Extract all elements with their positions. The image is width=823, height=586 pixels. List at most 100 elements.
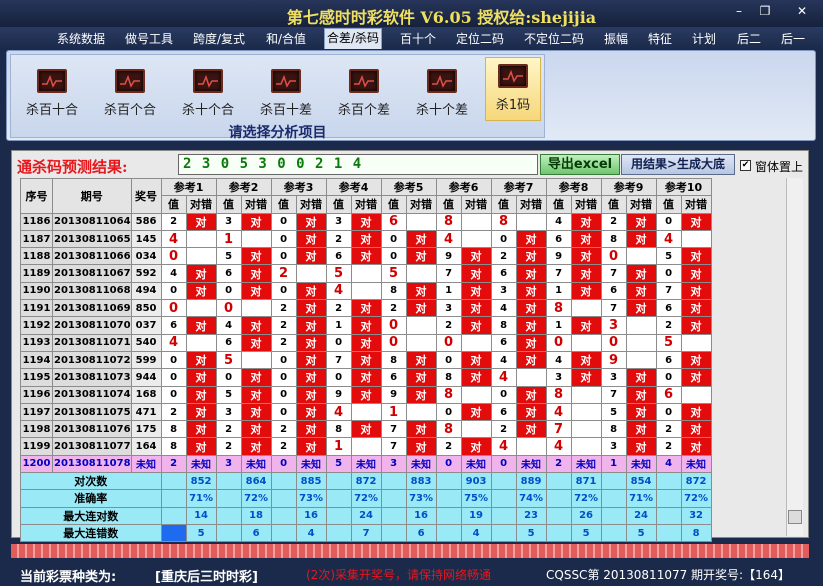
sub-header-result: 对错 <box>680 195 712 214</box>
table-row[interactable]: 1196 20130811074 168 0 对 5 对 0 对 9 对 9 对 8 0 对 8 7 对 6 <box>20 385 712 404</box>
row-seq: 1190 <box>20 281 53 301</box>
menu-last-two[interactable]: 后二 <box>737 30 761 48</box>
ref-value: 2 <box>325 229 352 249</box>
maximize-icon[interactable]: ❐ <box>754 3 776 19</box>
menu-last-one[interactable]: 后一 <box>781 30 805 48</box>
tool-kill-bs-sum[interactable]: 杀百十合 <box>13 63 91 119</box>
menu-fixed-two[interactable]: 定位二码 <box>456 30 504 48</box>
table-row[interactable]: 1186 20130811064 586 2 对 3 对 0 对 3 对 6 8 8 4 对 2 对 0 对 <box>20 212 712 231</box>
ref-result: 对 <box>185 402 217 422</box>
col-header[interactable]: 奖号 <box>130 178 162 214</box>
ref-header[interactable]: 参考2 <box>215 177 272 197</box>
tool-kill-sg-diff[interactable]: 杀十个差 <box>403 63 481 119</box>
ref-result: 对 <box>185 281 217 301</box>
topmost-checkbox[interactable]: ✔ <box>740 160 751 171</box>
ref-value: 4 <box>160 333 187 352</box>
close-icon[interactable]: ✕ <box>791 3 813 19</box>
menu-amplitude[interactable]: 振幅 <box>604 30 628 48</box>
menu-plan[interactable]: 计划 <box>692 30 716 48</box>
ref-value: 5 <box>380 264 407 283</box>
ref-value: 6 <box>600 281 627 301</box>
col-header[interactable]: 序号 <box>20 178 53 214</box>
ref-header[interactable]: 参考6 <box>435 177 492 197</box>
menu-hundreds-tens-units[interactable]: 百十个 <box>400 30 436 48</box>
ref-result: 对 <box>295 420 327 439</box>
menu-feature[interactable]: 特征 <box>648 30 672 48</box>
col-header[interactable]: 期号 <box>52 178 132 214</box>
ref-value: 7 <box>655 281 682 301</box>
stats-value: 72% <box>240 489 272 508</box>
window-title: 第七感时时彩软件 V6.05 授权给:shejijia <box>286 8 597 27</box>
menu-sum-diff-kill[interactable]: 合差/杀码 <box>324 28 383 49</box>
export-excel-button[interactable]: 导出excel <box>540 154 620 175</box>
table-row[interactable]: 1198 20130811076 175 8 对 2 对 2 对 8 对 7 对 8 2 对 7 8 对 2 对 <box>20 420 712 439</box>
stats-filler <box>655 523 682 543</box>
stats-filler <box>545 523 572 543</box>
row-period: 20130811070 <box>52 316 132 335</box>
stats-value: 72% <box>350 489 382 508</box>
ref-header[interactable]: 参考9 <box>600 177 657 197</box>
table-row[interactable]: 1200 20130811078 未知 2 未知 3 未知 0 未知 5 未知 3 未知 0 未知 0 未知 2 未… <box>20 454 712 474</box>
stats-filler <box>380 506 407 525</box>
ref-header[interactable]: 参考4 <box>325 177 382 197</box>
table-row[interactable]: 1193 20130811071 540 4 6 对 2 对 0 对 0 0 6 对 0 0 5 <box>20 333 712 352</box>
menu-number-tools[interactable]: 做号工具 <box>125 30 173 48</box>
ref-header[interactable]: 参考10 <box>655 177 712 197</box>
table-row[interactable]: 1194 20130811072 599 0 对 5 0 对 7 对 8 对 0 对 4 对 4 对 9 6 对 <box>20 350 712 370</box>
tool-kill-sg-sum[interactable]: 杀十个合 <box>169 63 247 119</box>
stats-value: 872 <box>680 472 712 491</box>
ref-value: 7 <box>600 385 627 404</box>
table-row[interactable]: 1197 20130811075 471 2 对 3 对 0 对 4 1 0 对 6 对 4 5 对 0 对 <box>20 402 712 422</box>
tool-kill-bg-sum[interactable]: 杀百个合 <box>91 63 169 119</box>
menu-system-data[interactable]: 系统数据 <box>57 30 105 48</box>
minimize-icon[interactable]: – <box>728 3 750 19</box>
ref-result: 对 <box>295 350 327 370</box>
generate-base-button[interactable]: 用结果>生成大底 <box>621 154 735 175</box>
row-period: 20130811067 <box>52 264 132 283</box>
ref-header[interactable]: 参考3 <box>270 177 327 197</box>
ref-result <box>515 368 547 387</box>
table-row[interactable]: 1191 20130811069 850 0 0 2 对 2 对 2 对 3 对 4 对 8 7 对 6 对 <box>20 299 712 318</box>
tool-kill-bg-diff[interactable]: 杀百个差 <box>325 63 403 119</box>
ref-result: 对 <box>515 247 547 266</box>
ref-value: 9 <box>325 385 352 404</box>
row-prize: 944 <box>130 368 162 387</box>
ref-result: 未知 <box>350 454 382 474</box>
stats-filler <box>160 489 187 508</box>
table-row[interactable]: 1188 20130811066 034 0 5 对 0 对 6 对 0 对 9 对 2 对 9 对 0 5 对 <box>20 247 712 266</box>
ref-header[interactable]: 参考7 <box>490 177 547 197</box>
stats-filler <box>655 489 682 508</box>
menu-span-compound[interactable]: 跨度/复式 <box>193 30 245 48</box>
ref-result <box>515 212 547 231</box>
tool-kill-bs-diff[interactable]: 杀百十差 <box>247 63 325 119</box>
menu-unfixed-two[interactable]: 不定位二码 <box>524 30 584 48</box>
scrollbar-thumb[interactable] <box>788 510 802 524</box>
ref-header[interactable]: 参考1 <box>160 177 217 197</box>
table-row[interactable]: 1187 20130811065 145 4 1 0 对 2 对 0 对 4 0 对 6 对 8 对 4 <box>20 229 712 249</box>
ref-header[interactable]: 参考5 <box>380 177 437 197</box>
ref-value: 1 <box>380 402 407 422</box>
table-row[interactable]: 1189 20130811067 592 4 对 6 对 2 5 5 7 对 6 对 7 对 7 对 0 对 <box>20 264 712 283</box>
tool-kill-one-code[interactable]: 杀1码 <box>485 57 541 121</box>
stats-filler <box>270 472 297 491</box>
ref-value: 1 <box>545 281 572 301</box>
vertical-scrollbar[interactable] <box>786 178 803 536</box>
ref-value: 0 <box>270 229 297 249</box>
ref-result: 对 <box>515 385 547 404</box>
stats-value: 73% <box>405 489 437 508</box>
draw-info: CQSSC第 20130811077 期开奖号:【164】 <box>546 568 790 582</box>
ref-value: 7 <box>600 264 627 283</box>
menu-sum-value[interactable]: 和/合值 <box>266 30 306 48</box>
stats-value: 5 <box>625 523 657 543</box>
table-row[interactable]: 1195 20130811073 944 0 对 0 对 0 对 0 对 6 对 8 对 4 3 对 3 对 0 对 <box>20 368 712 387</box>
table-row[interactable]: 1199 20130811077 164 8 对 2 对 2 对 1 7 对 2 对 4 4 3 对 2 对 <box>20 437 712 456</box>
ref-result: 对 <box>515 229 547 249</box>
ref-result <box>185 333 217 352</box>
ref-result: 对 <box>570 264 602 283</box>
table-row[interactable]: 1190 20130811068 494 0 对 0 对 0 对 4 8 对 1 对 3 对 1 对 6 对 7 对 <box>20 281 712 301</box>
ref-header[interactable]: 参考8 <box>545 177 602 197</box>
result-field[interactable]: 2 3 0 5 3 0 0 2 1 4 <box>178 154 538 175</box>
ref-result: 对 <box>680 368 712 387</box>
table-row[interactable]: 1192 20130811070 037 6 对 4 对 2 对 1 对 0 2 对 8 对 1 对 3 2 对 <box>20 316 712 335</box>
row-prize: 037 <box>130 316 162 335</box>
